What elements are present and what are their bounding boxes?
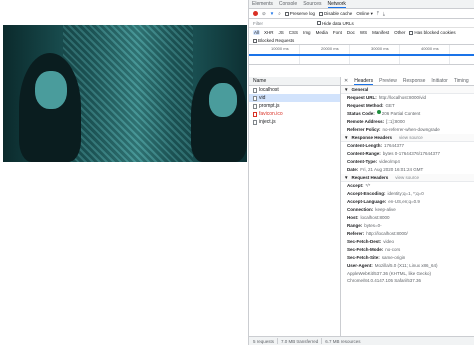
network-timeline[interactable]: 10000 ms 20000 ms 30000 ms 40000 ms	[249, 45, 474, 65]
type-filter-row: All XHR JS CSS Img Media Font Doc WS Man…	[249, 28, 474, 37]
type-ws[interactable]: WS	[359, 30, 368, 35]
response-headers-section-toggle[interactable]: ▼ Response Headers view source	[341, 134, 474, 142]
request-row-inject-js[interactable]: inject.js	[249, 118, 340, 126]
tab-headers[interactable]: Headers	[354, 78, 374, 85]
request-header-row: Connection: keep-alive	[347, 207, 396, 212]
request-header-row: Host: localhost:8000	[347, 215, 390, 220]
type-manifest[interactable]: Manifest	[371, 30, 390, 35]
video-face-left	[35, 71, 67, 109]
detail-tab-bar: ✕ Headers Preview Response Initiator Tim…	[341, 77, 474, 86]
response-header-row: Content-Type: video/mp4	[347, 159, 400, 164]
triangle-down-icon: ▼	[344, 175, 349, 180]
search-icon[interactable]: ⌕	[278, 11, 281, 16]
general-section-toggle[interactable]: ▼ General	[341, 86, 474, 94]
request-list: Name localhost vid prompt.js favicon.ico…	[249, 77, 341, 336]
network-toolbar: ⊘ ▼ ⌕ Preserve log Disable cache Online …	[249, 9, 474, 19]
request-row-favicon[interactable]: favicon.ico	[249, 110, 340, 118]
request-row-prompt-js[interactable]: prompt.js	[249, 102, 340, 110]
type-all[interactable]: All	[253, 30, 261, 35]
type-other[interactable]: Other	[393, 30, 406, 35]
request-row-vid[interactable]: vid	[249, 94, 340, 102]
disable-cache-checkbox[interactable]: Disable cache	[319, 11, 352, 16]
request-header-row: Accept: */*	[347, 183, 371, 188]
request-header-row: Sec-Fetch-Dest: video	[347, 239, 395, 244]
timeline-tick: 30000 ms	[371, 46, 389, 51]
request-header-row: Sec-Fetch-Site: same-origin	[347, 255, 406, 260]
tab-response[interactable]: Response	[403, 78, 426, 84]
export-icon[interactable]: ⤓	[383, 11, 385, 16]
response-header-row: Content-Range: bytes 0-17644376/17644377	[347, 151, 441, 156]
timeline-tick: 20000 ms	[321, 46, 339, 51]
request-row-localhost[interactable]: localhost	[249, 86, 340, 94]
request-header-row: Sec-Fetch-Mode: no-cors	[347, 247, 401, 252]
response-header-row: Content-Length: 17644377	[347, 143, 405, 148]
general-row: Request URL: http://localhost:8000/vid	[347, 95, 427, 100]
triangle-down-icon: ▼	[344, 87, 349, 92]
type-js[interactable]: JS	[278, 30, 285, 35]
devtools-panel: Elements Console Sources Network ⊘ ▼ ⌕ P…	[248, 0, 474, 345]
general-row: Request Method: GET	[347, 103, 395, 108]
filter-icon[interactable]: ▼	[270, 11, 274, 16]
tab-timing[interactable]: Timing	[454, 78, 469, 84]
status-ok-icon	[376, 110, 381, 114]
devtools-tab-bar: Elements Console Sources Network	[249, 0, 474, 9]
video-face-right	[209, 83, 237, 117]
response-header-row: Date: Fri, 21 Aug 2020 16:01:24 GMT	[347, 167, 424, 172]
request-detail: ✕ Headers Preview Response Initiator Tim…	[341, 77, 474, 336]
general-row: Referrer Policy: no-referrer-when-downgra…	[347, 127, 440, 132]
tab-initiator[interactable]: Initiator	[431, 78, 447, 84]
type-font[interactable]: Font	[332, 30, 343, 35]
tab-preview[interactable]: Preview	[379, 78, 397, 84]
request-headers-section-toggle[interactable]: ▼ Request Headers view source	[341, 174, 474, 182]
transferred-size: 7.0 MB transferred	[281, 338, 319, 344]
tab-console[interactable]: Console	[279, 1, 297, 7]
view-source-link[interactable]: view source	[395, 175, 419, 180]
blocked-requests-checkbox[interactable]: Blocked Requests	[249, 37, 474, 45]
timeline-tick: 40000 ms	[421, 46, 439, 51]
video-player[interactable]	[3, 25, 247, 162]
script-icon	[253, 119, 257, 125]
video-background-wall	[63, 25, 193, 162]
filter-input[interactable]: Filter	[253, 21, 313, 26]
tab-elements[interactable]: Elements	[252, 1, 273, 7]
hide-data-urls-checkbox[interactable]: Hide data URLs	[317, 21, 354, 26]
request-header-row: Referer: http://localhost:8000/	[347, 231, 408, 236]
record-icon[interactable]	[253, 11, 258, 16]
user-agent-row: User-Agent: Mozilla/5.0 (X11; Linux x86_6…	[347, 263, 438, 283]
preserve-log-checkbox[interactable]: Preserve log	[284, 11, 315, 16]
triangle-down-icon: ▼	[344, 135, 349, 140]
clear-icon[interactable]: ⊘	[262, 11, 266, 17]
type-xhr[interactable]: XHR	[263, 30, 275, 35]
import-icon[interactable]: ⤒	[377, 11, 379, 16]
type-media[interactable]: Media	[315, 30, 329, 35]
screen: Elements Console Sources Network ⊘ ▼ ⌕ P…	[0, 0, 474, 345]
tab-network[interactable]: Network	[327, 1, 346, 8]
general-row: Remote Address: [::1]:8000	[347, 119, 405, 124]
timeline-bar	[249, 54, 474, 56]
name-column-header[interactable]: Name	[249, 77, 340, 86]
timeline-tick: 10000 ms	[271, 46, 289, 51]
general-row: Status Code: 206 Partial Content	[347, 110, 421, 116]
network-status-bar: 5 requests 7.0 MB transferred 6.7 MB res…	[249, 336, 474, 345]
image-icon	[253, 111, 257, 117]
type-css[interactable]: CSS	[288, 30, 299, 35]
script-icon	[253, 103, 257, 109]
media-icon	[253, 95, 257, 101]
request-header-row: Range: bytes=0-	[347, 223, 382, 228]
throttle-select[interactable]: Online ▾	[356, 11, 373, 17]
tab-sources[interactable]: Sources	[303, 1, 321, 7]
network-split-view: Name localhost vid prompt.js favicon.ico…	[249, 77, 474, 336]
request-count: 5 requests	[253, 338, 275, 344]
request-header-row: Accept-Encoding: identity;q=1, *;q=0	[347, 191, 424, 196]
document-icon	[253, 87, 257, 93]
filter-row: Filter Hide data URLs	[249, 19, 474, 28]
has-blocked-cookies-checkbox[interactable]: Has blocked cookies	[409, 30, 456, 35]
type-img[interactable]: Img	[302, 30, 312, 35]
view-source-link[interactable]: view source	[399, 135, 423, 140]
browser-page	[0, 0, 248, 345]
close-icon[interactable]: ✕	[344, 78, 348, 84]
type-doc[interactable]: Doc	[346, 30, 356, 35]
request-header-row: Accept-Language: en-US,en;q=0.9	[347, 199, 420, 204]
resources-size: 6.7 MB resources	[325, 338, 361, 344]
